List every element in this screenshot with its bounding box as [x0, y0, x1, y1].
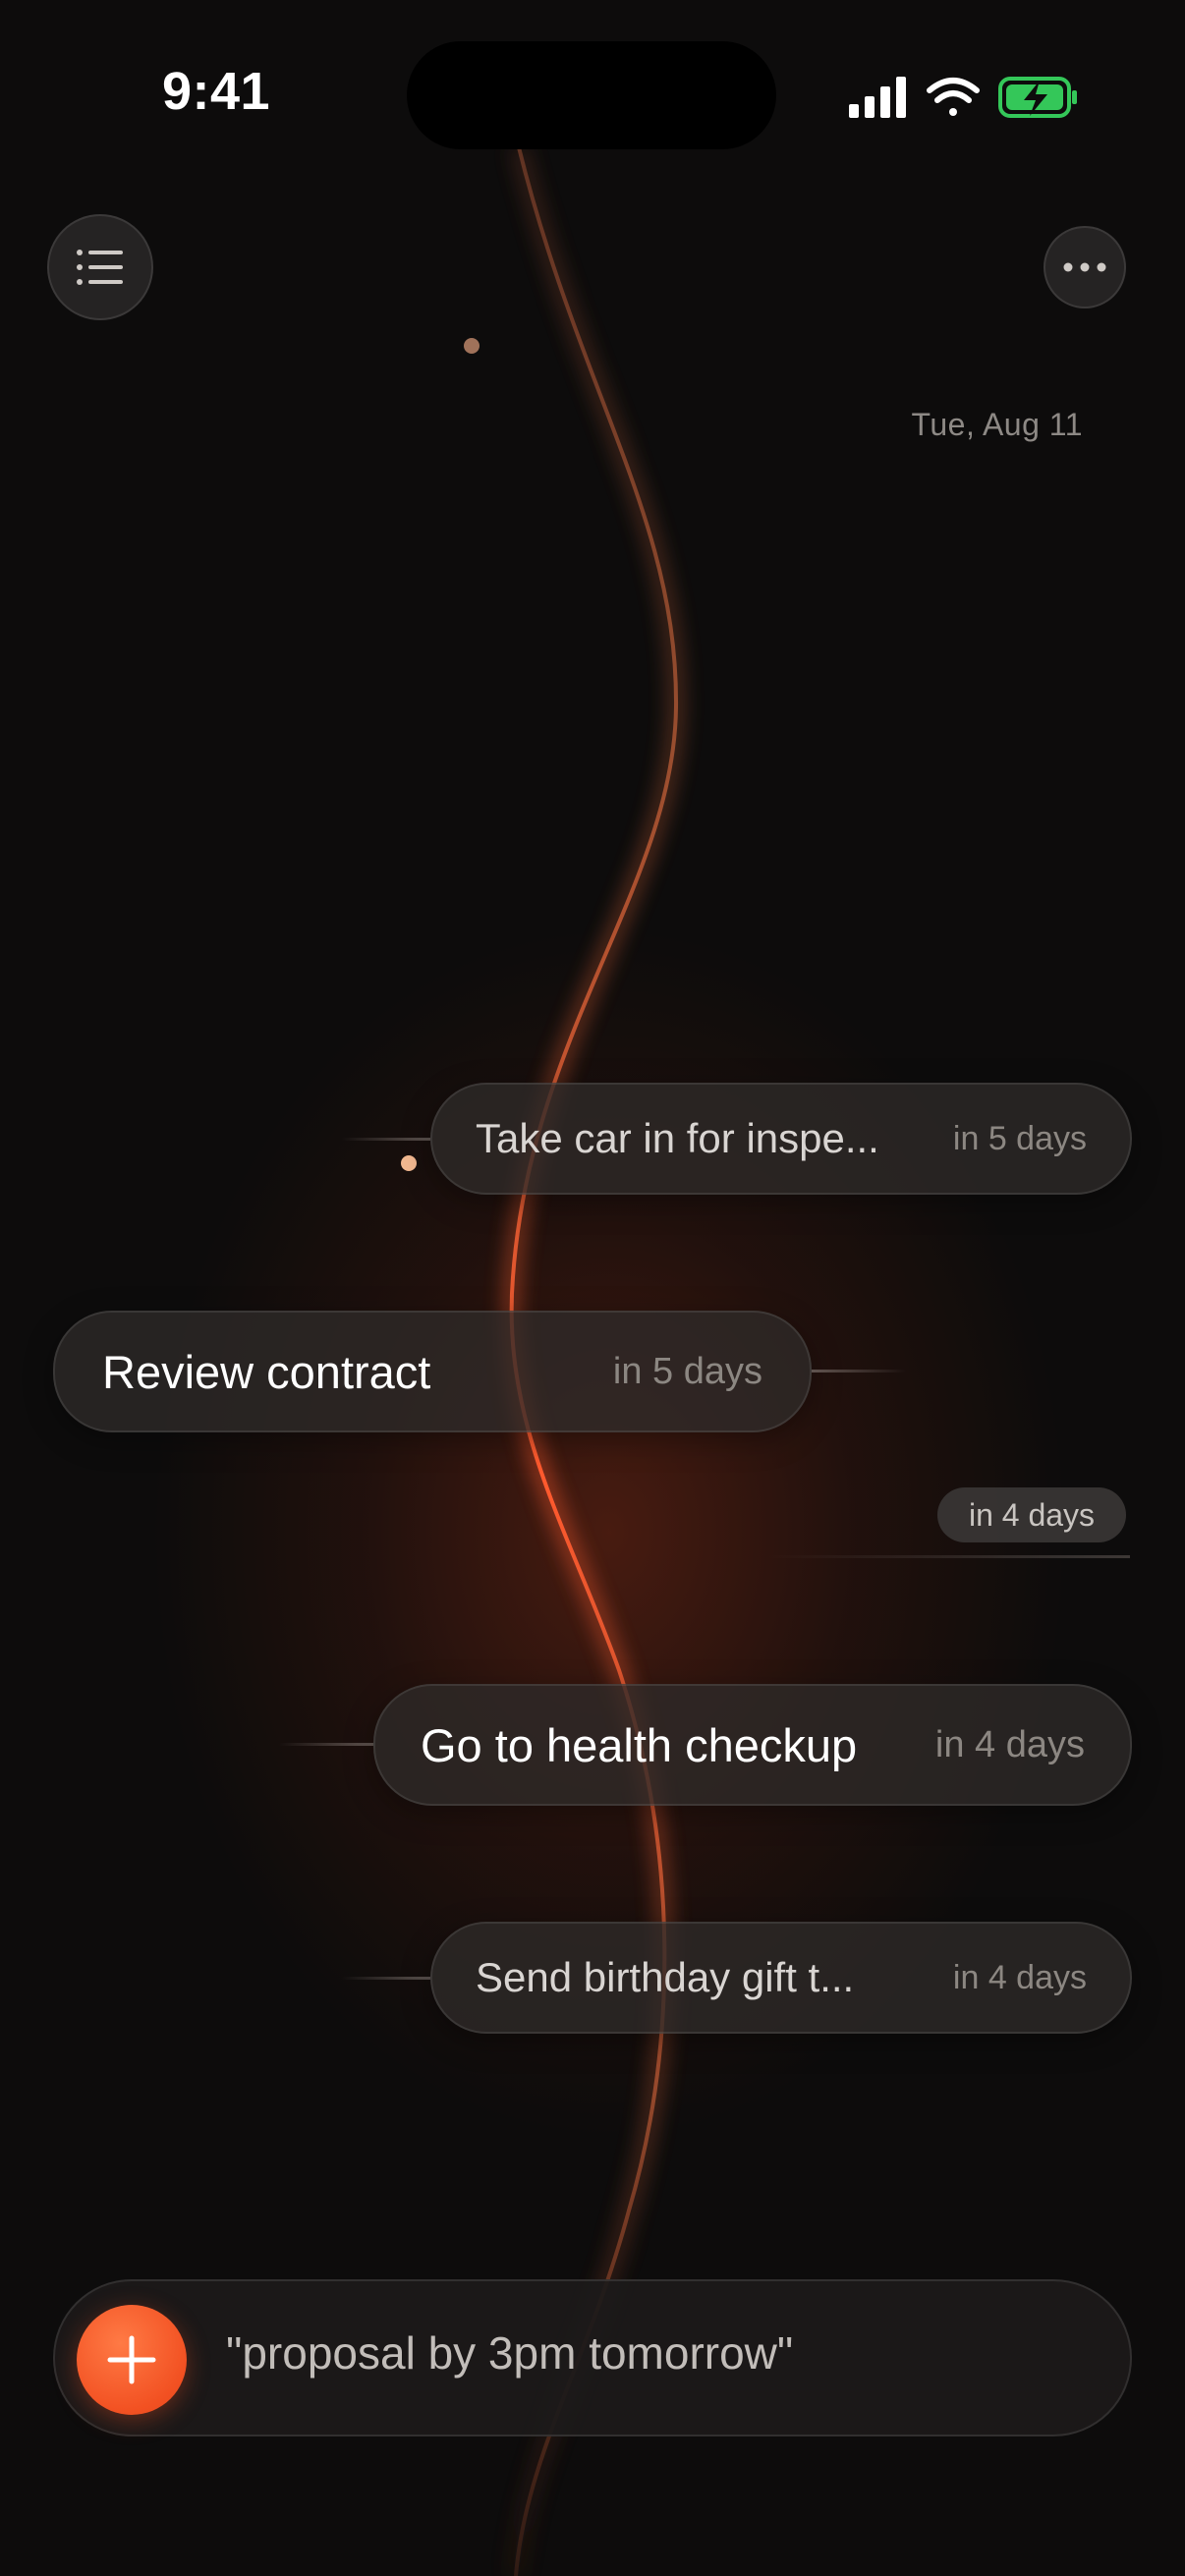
status-icons [847, 73, 1083, 122]
task-title: Take car in for inspe... [476, 1115, 879, 1161]
connector-line [812, 1370, 906, 1372]
battery-charging-icon [998, 77, 1077, 118]
connector-line [342, 1977, 430, 1980]
quick-add-bar[interactable]: "proposal by 3pm tomorrow" [53, 2279, 1132, 2436]
connector-line [342, 1138, 430, 1141]
day-marker-badge: in 4 days [937, 1487, 1126, 1542]
task-title: Send birthday gift t... [476, 1954, 855, 2000]
connector-line [279, 1743, 373, 1746]
signal-icon [849, 77, 906, 118]
task-due: in 5 days [952, 1119, 1087, 1157]
task-item[interactable]: Send birthday gift t... in 4 days [430, 1922, 1132, 2034]
plus-icon [107, 2335, 156, 2384]
timeline-dot [401, 1155, 417, 1171]
date-label: Tue, Aug 11 [911, 407, 1083, 442]
task-item[interactable]: Go to health checkup in 4 days [373, 1684, 1132, 1806]
list-icon [77, 250, 123, 285]
task-due: in 4 days [952, 1958, 1087, 1996]
timeline-thread [504, 145, 684, 2576]
quick-add-input[interactable]: "proposal by 3pm tomorrow" [226, 2326, 793, 2380]
task-item[interactable]: Take car in for inspe... in 5 days [430, 1083, 1132, 1195]
task-due: in 4 days [934, 1723, 1085, 1765]
task-due: in 5 days [612, 1350, 762, 1392]
dynamic-island [407, 41, 776, 149]
wifi-icon [927, 78, 980, 116]
timeline-screen: 9:41 Tue, Aug 11 Take car in for inspe..… [0, 0, 1185, 2576]
task-item[interactable]: Review contract in 5 days [53, 1311, 812, 1432]
day-divider-line [766, 1555, 1130, 1558]
add-task-button[interactable] [77, 2305, 187, 2415]
more-button[interactable] [1044, 226, 1126, 308]
more-icon [1063, 262, 1106, 272]
timeline-dot [464, 338, 480, 354]
menu-button[interactable] [47, 214, 153, 320]
task-title: Review contract [102, 1345, 431, 1398]
status-time: 9:41 [161, 62, 271, 121]
task-title: Go to health checkup [421, 1718, 858, 1771]
